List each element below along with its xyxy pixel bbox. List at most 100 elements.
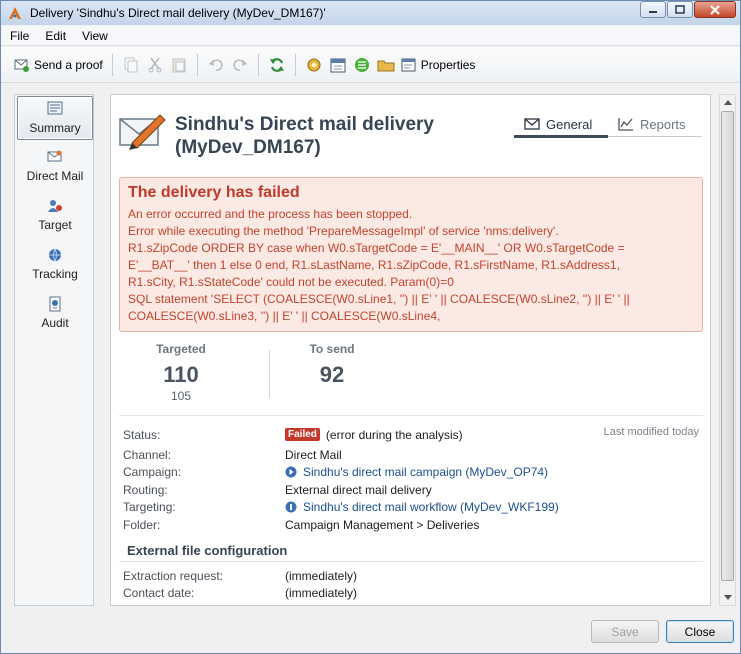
scroll-thumb[interactable]: [721, 111, 734, 581]
error-line: R1.sCity, R1.sStateCode' could not be ex…: [128, 275, 454, 289]
direct-mail-icon: [47, 149, 63, 165]
analyze-icon[interactable]: [305, 56, 323, 74]
nav-audit[interactable]: Audit: [17, 292, 93, 336]
close-button[interactable]: Close: [666, 620, 734, 643]
tab-reports-label: Reports: [640, 116, 686, 132]
tab-bar: General Reports: [514, 111, 702, 138]
confirm-icon[interactable]: [353, 56, 371, 74]
maximize-button[interactable]: [667, 1, 693, 18]
refresh-icon[interactable]: [268, 56, 286, 74]
properties-label: Properties: [420, 57, 476, 72]
to-send-value: 92: [319, 362, 345, 387]
chart-line-icon: [618, 117, 634, 131]
menu-bar: File Edit View: [1, 26, 740, 46]
extraction-row: Extraction request: (immediately): [123, 567, 703, 584]
page-title-line2: (MyDev_DM167): [175, 137, 321, 158]
delivery-window: Delivery 'Sindhu's Direct mail delivery …: [0, 0, 741, 654]
redo-icon[interactable]: [231, 56, 249, 74]
extraction-label: Extraction request:: [123, 568, 224, 583]
external-file-section-title: External file configuration: [127, 543, 288, 558]
targeted-sub-value: 105: [170, 389, 192, 403]
routing-label: Routing:: [123, 482, 168, 497]
targeted-value: 110: [163, 362, 199, 387]
channel-value: Direct Mail: [285, 447, 342, 462]
folder-value: Campaign Management > Deliveries: [285, 517, 480, 532]
toolbar-separator: [196, 53, 198, 76]
toolbar-separator: [111, 53, 113, 76]
properties-button[interactable]: Properties: [398, 53, 479, 77]
tab-reports[interactable]: Reports: [618, 111, 686, 137]
targeted-label: Targeted: [156, 342, 206, 356]
toolbar-separator: [257, 53, 259, 76]
title-bar: Delivery 'Sindhu's Direct mail delivery …: [1, 1, 740, 25]
targeting-row: Targeting: Sindhu's direct mail workflow…: [123, 498, 703, 515]
folder-label: Folder:: [123, 517, 161, 532]
send-proof-label: Send a proof: [34, 57, 103, 72]
window-title: Delivery 'Sindhu's Direct mail delivery …: [30, 6, 326, 20]
close-icon: [710, 4, 720, 15]
folder-row: Folder: Campaign Management > Deliveries: [123, 516, 703, 533]
delivery-stats: Targeted 110 105 To send 92: [119, 342, 703, 405]
error-line: Error while executing the method 'Prepar…: [128, 224, 559, 238]
toolbar-separator: [294, 53, 296, 76]
error-line: SQL statement 'SELECT (COALESCE(W0.sLine…: [128, 292, 630, 306]
undo-icon[interactable]: [207, 56, 225, 74]
cut-icon[interactable]: [146, 56, 164, 74]
stat-targeted: Targeted 110 105: [121, 342, 241, 403]
routing-value: External direct mail delivery: [285, 482, 432, 497]
active-tab-indicator: [514, 135, 608, 138]
menu-view[interactable]: View: [75, 29, 115, 43]
campaign-link[interactable]: Sindhu's direct mail campaign (MyDev_OP7…: [285, 465, 548, 479]
send-proof-button[interactable]: Send a proof: [11, 53, 106, 77]
menu-file[interactable]: File: [3, 29, 36, 43]
scroll-up-icon[interactable]: [723, 98, 732, 107]
targeting-label: Targeting:: [123, 499, 176, 514]
menu-edit[interactable]: Edit: [38, 29, 73, 43]
left-navigation: Summary Direct Mail Target Tracking Audi…: [14, 94, 94, 606]
status-row: Status: Failed (error during the analysi…: [123, 426, 703, 443]
contact-date-row: Contact date: (immediately): [123, 584, 703, 601]
nav-target-label: Target: [38, 218, 72, 232]
status-badge: Failed: [285, 428, 320, 441]
divider: [119, 415, 703, 416]
last-modified: Last modified today: [603, 426, 699, 438]
nav-target[interactable]: Target: [17, 194, 93, 238]
envelope-icon: [524, 118, 540, 130]
tab-general[interactable]: General: [524, 111, 592, 137]
error-title: The delivery has failed: [128, 184, 300, 201]
folder-icon[interactable]: [377, 56, 395, 74]
scroll-down-icon[interactable]: [723, 593, 732, 602]
status-text: (error during the analysis): [325, 427, 463, 442]
content-pane: Sindhu's Direct mail delivery (MyDev_DM1…: [110, 94, 711, 606]
nav-summary[interactable]: Summary: [17, 96, 93, 140]
save-button[interactable]: Save: [591, 620, 659, 643]
campaign-value: Sindhu's direct mail campaign (MyDev_OP7…: [303, 464, 549, 479]
maximize-icon: [675, 5, 685, 14]
error-line: COALESCE(W0.sLine3, '') || E' ' || COALE…: [128, 309, 441, 323]
calendar-icon[interactable]: [329, 56, 347, 74]
stats-divider: [269, 350, 270, 398]
copy-icon[interactable]: [122, 56, 140, 74]
targeting-link[interactable]: Sindhu's direct mail workflow (MyDev_WKF…: [285, 500, 559, 514]
nav-tracking[interactable]: Tracking: [17, 243, 93, 287]
close-window-button[interactable]: [694, 1, 736, 18]
target-icon: [47, 198, 63, 214]
properties-icon: [401, 58, 416, 71]
nav-direct-mail[interactable]: Direct Mail: [17, 145, 93, 189]
minimize-icon: [649, 10, 657, 13]
status-value: Failed (error during the analysis): [285, 428, 463, 442]
extraction-value: (immediately): [285, 568, 358, 583]
toolbar: Send a proof Properties: [1, 47, 740, 83]
error-line: E'__BAT__' then 1 else 0 end, R1.sLastNa…: [128, 258, 620, 272]
minimize-button[interactable]: [640, 1, 666, 18]
content-scrollbar[interactable]: [719, 94, 736, 606]
to-send-label: To send: [309, 342, 355, 356]
nav-direct-mail-label: Direct Mail: [26, 169, 84, 183]
workflow-icon: [285, 501, 297, 513]
nav-tracking-label: Tracking: [32, 267, 78, 281]
send-proof-icon: [14, 59, 29, 72]
paste-icon[interactable]: [170, 56, 188, 74]
channel-label: Channel:: [123, 447, 172, 462]
status-label: Status:: [123, 427, 161, 442]
contact-date-label: Contact date:: [123, 585, 195, 600]
